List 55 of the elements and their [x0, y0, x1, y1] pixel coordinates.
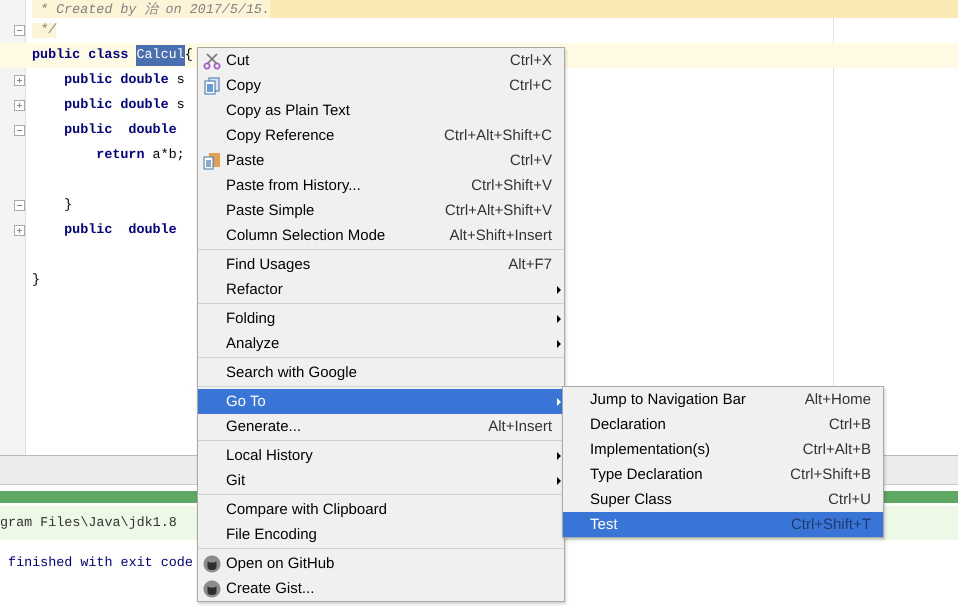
collapse-fold-icon[interactable] — [14, 25, 25, 36]
expand-fold-icon[interactable] — [14, 75, 25, 86]
menu-item[interactable]: Cut Ctrl+X — [198, 48, 564, 73]
menu-item[interactable]: Find Usages Alt+F7 — [198, 252, 564, 277]
menu-item[interactable]: Refactor — [198, 277, 564, 302]
menu-item[interactable]: Compare with Clipboard — [198, 497, 564, 522]
copy-icon — [203, 76, 221, 94]
code-text: { — [184, 48, 193, 63]
selected-code-text: Calcul — [136, 45, 185, 66]
console-text: finished with exit code — [7, 556, 193, 570]
code-comment: */ — [32, 23, 56, 38]
code-text: s — [176, 73, 185, 88]
menu-item[interactable]: Open on GitHub — [198, 551, 564, 576]
cat-silhouette-icon — [203, 580, 221, 598]
menu-item[interactable]: Analyze — [198, 331, 564, 356]
code-text: a*b; — [152, 148, 185, 163]
menu-item[interactable]: Copy Ctrl+C — [198, 73, 564, 98]
menu-item[interactable]: Go To — [198, 389, 564, 414]
menu-item[interactable]: Folding — [198, 306, 564, 331]
menu-item[interactable]: Jump to Navigation Bar Alt+Home — [563, 387, 883, 412]
menu-item[interactable]: Search with Google — [198, 360, 564, 385]
code-keyword: public double — [63, 73, 170, 88]
expand-fold-icon[interactable] — [14, 100, 25, 111]
collapse-fold-icon[interactable] — [14, 200, 25, 211]
expand-fold-icon[interactable] — [14, 225, 25, 236]
menu-item[interactable]: Declaration Ctrl+B — [563, 412, 883, 437]
cat-silhouette-icon — [203, 554, 221, 572]
menu-item[interactable]: Local History — [198, 443, 564, 468]
menu-item[interactable]: Generate... Alt+Insert — [198, 414, 564, 439]
menu-item[interactable]: Test Ctrl+Shift+T — [563, 512, 883, 537]
code-keyword: public double — [63, 123, 178, 138]
console-text: gram Files\Java\jdk1.8 — [0, 516, 177, 530]
code-text: } — [63, 198, 72, 213]
code-keyword: public class — [32, 48, 130, 63]
code-comment: * Created by 治 on 2017/5/15. — [32, 0, 270, 18]
menu-item[interactable]: Paste Ctrl+V — [198, 148, 564, 173]
code-keyword: return — [95, 148, 146, 163]
menu-item[interactable]: Column Selection Mode Alt+Shift+Insert — [198, 223, 564, 248]
menu-item[interactable]: Copy as Plain Text — [198, 98, 564, 123]
menu-item[interactable]: Git — [198, 468, 564, 493]
code-text: s — [176, 98, 185, 113]
code-keyword: public double — [63, 223, 178, 238]
menu-item[interactable]: File Encoding — [198, 522, 564, 547]
paste-icon — [203, 152, 221, 170]
menu-item[interactable]: Implementation(s) Ctrl+Alt+B — [563, 437, 883, 462]
code-text: } — [32, 273, 40, 288]
menu-item[interactable]: Copy Reference Ctrl+Alt+Shift+C — [198, 123, 564, 148]
menu-item[interactable]: Create Gist... — [198, 576, 564, 601]
menu-item[interactable]: Paste Simple Ctrl+Alt+Shift+V — [198, 198, 564, 223]
menu-item[interactable]: Super Class Ctrl+U — [563, 487, 883, 512]
menu-item[interactable]: Type Declaration Ctrl+Shift+B — [563, 462, 883, 487]
menu-item[interactable]: Paste from History... Ctrl+Shift+V — [198, 173, 564, 198]
collapse-fold-icon[interactable] — [14, 125, 25, 136]
code-keyword: public double — [63, 98, 170, 113]
scissors-icon — [203, 52, 221, 70]
